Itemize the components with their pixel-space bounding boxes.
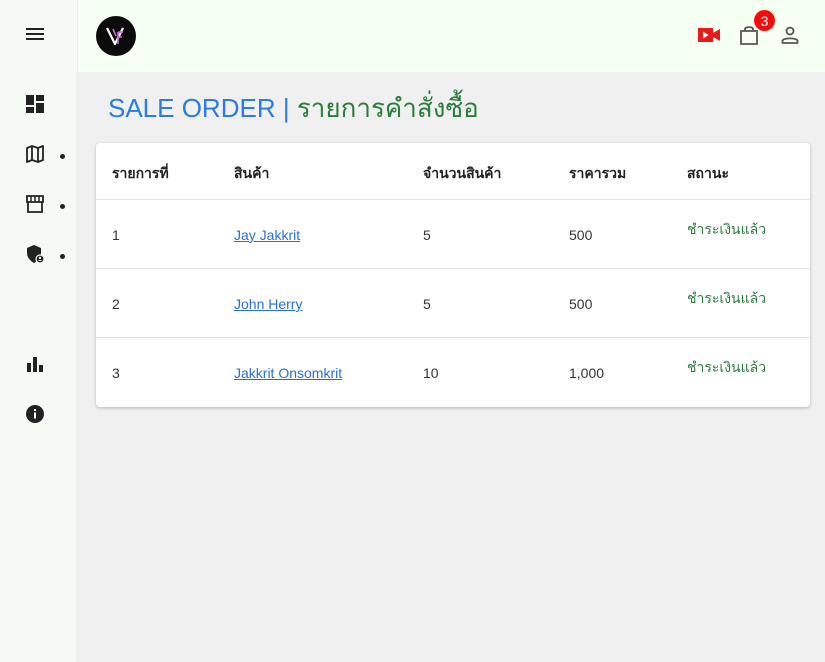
table-header-row: รายการที่ สินค้า จำนวนสินค้า ราคารวม สถา… bbox=[96, 143, 810, 200]
product-link[interactable]: Jay Jakkrit bbox=[234, 227, 300, 243]
status-text: ชำระเงินแล้ว bbox=[687, 221, 767, 237]
page-title-th: รายการคำสั่งซื้อ bbox=[296, 93, 479, 123]
product-link[interactable]: Jakkrit Onsomkrit bbox=[234, 365, 342, 381]
map-icon[interactable] bbox=[22, 141, 48, 167]
top-bar: 3 bbox=[78, 0, 825, 72]
bar-chart-icon[interactable] bbox=[22, 351, 48, 377]
row-number: 2 bbox=[112, 296, 120, 312]
dashboard-icon[interactable] bbox=[22, 91, 48, 117]
column-header-status: สถานะ bbox=[687, 165, 729, 181]
table-row: 3 Jakkrit Onsomkrit 10 1,000 ชำระเงินแล้… bbox=[96, 338, 810, 407]
row-quantity: 5 bbox=[423, 227, 431, 243]
column-header-quantity: จำนวนสินค้า bbox=[423, 165, 502, 181]
product-link[interactable]: John Herry bbox=[234, 296, 302, 312]
row-number: 1 bbox=[112, 227, 120, 243]
row-total: 500 bbox=[569, 296, 593, 312]
row-quantity: 10 bbox=[423, 365, 439, 381]
page-title: SALE ORDER | รายการคำสั่งซื้อ bbox=[108, 88, 479, 129]
row-total: 500 bbox=[569, 227, 593, 243]
table-row: 1 Jay Jakkrit 5 500 ชำระเงินแล้ว bbox=[96, 200, 810, 269]
store-icon[interactable] bbox=[22, 191, 48, 217]
admin-shield-icon[interactable] bbox=[22, 241, 48, 267]
sale-order-table: รายการที่ สินค้า จำนวนสินค้า ราคารวม สถา… bbox=[96, 143, 810, 407]
cart-count-badge: 3 bbox=[754, 10, 775, 31]
info-icon[interactable] bbox=[22, 401, 48, 427]
row-total: 1,000 bbox=[569, 365, 605, 381]
video-icon[interactable] bbox=[696, 22, 722, 48]
person-icon[interactable] bbox=[777, 22, 803, 48]
status-text: ชำระเงินแล้ว bbox=[687, 290, 767, 306]
row-number: 3 bbox=[112, 365, 120, 381]
admin-expand-dot bbox=[60, 254, 65, 259]
sidebar bbox=[0, 0, 78, 662]
row-quantity: 5 bbox=[423, 296, 431, 312]
store-expand-dot bbox=[60, 204, 65, 209]
brand-logo[interactable] bbox=[96, 16, 136, 56]
menu-icon[interactable] bbox=[22, 21, 48, 47]
map-expand-dot bbox=[60, 154, 65, 159]
column-header-total: ราคารวม bbox=[569, 165, 627, 181]
column-header-product: สินค้า bbox=[234, 165, 270, 181]
column-header-no: รายการที่ bbox=[112, 165, 169, 181]
table-row: 2 John Herry 5 500 ชำระเงินแล้ว bbox=[96, 269, 810, 338]
status-text: ชำระเงินแล้ว bbox=[687, 359, 767, 375]
page-title-en: SALE ORDER | bbox=[108, 93, 297, 123]
